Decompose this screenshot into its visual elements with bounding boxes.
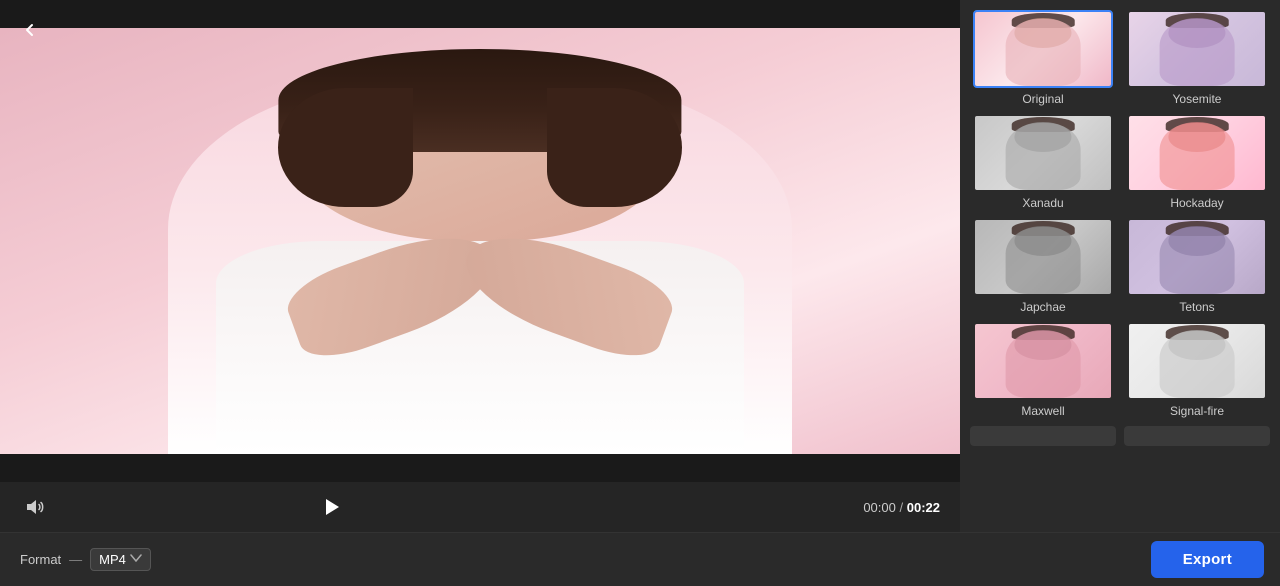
filter-label-signal-fire: Signal-fire	[1170, 404, 1224, 418]
export-button[interactable]: Export	[1151, 541, 1264, 578]
filter-thumb-hockaday[interactable]	[1127, 114, 1267, 192]
volume-button[interactable]	[20, 493, 48, 521]
filter-thumb-tetons[interactable]	[1127, 218, 1267, 296]
chevron-down-icon	[130, 554, 142, 565]
filter-panel: Original Yosemite	[960, 0, 1280, 532]
format-label: Format	[20, 552, 61, 567]
filter-item-original[interactable]: Original	[970, 10, 1116, 106]
filter-grid: Original Yosemite	[970, 10, 1270, 418]
filter-label-maxwell: Maxwell	[1021, 404, 1064, 418]
format-dash: —	[69, 552, 82, 567]
filter-thumb-original[interactable]	[973, 10, 1113, 88]
video-frame	[0, 28, 960, 454]
filter-item-maxwell[interactable]: Maxwell	[970, 322, 1116, 418]
play-button[interactable]	[313, 489, 349, 525]
format-select-value: MP4	[99, 552, 126, 567]
filter-label-yosemite: Yosemite	[1173, 92, 1222, 106]
controls-bar: 00:00 / 00:22	[0, 482, 960, 532]
filter-item-japchae[interactable]: Japchae	[970, 218, 1116, 314]
filter-label-japchae: Japchae	[1020, 300, 1065, 314]
filter-thumb-signal-fire[interactable]	[1127, 322, 1267, 400]
filter-label-tetons: Tetons	[1179, 300, 1214, 314]
format-section: Format — MP4	[0, 548, 960, 571]
back-button[interactable]	[16, 16, 44, 44]
filter-item-signal-fire[interactable]: Signal-fire	[1124, 322, 1270, 418]
filter-item-yosemite[interactable]: Yosemite	[1124, 10, 1270, 106]
filter-thumb-japchae[interactable]	[973, 218, 1113, 296]
filter-label-xanadu: Xanadu	[1022, 196, 1063, 210]
bottom-bar: Format — MP4 Export	[0, 532, 1280, 586]
filter-thumb-yosemite[interactable]	[1127, 10, 1267, 88]
filter-label-original: Original	[1022, 92, 1063, 106]
filter-item-xanadu[interactable]: Xanadu	[970, 114, 1116, 210]
video-bottom-bar	[0, 454, 960, 482]
filter-label-hockaday: Hockaday	[1170, 196, 1223, 210]
time-separator: /	[900, 500, 907, 515]
filter-item-tetons[interactable]: Tetons	[1124, 218, 1270, 314]
filter-thumb-xanadu[interactable]	[973, 114, 1113, 192]
export-section: Export	[960, 541, 1280, 578]
filter-item-hockaday[interactable]: Hockaday	[1124, 114, 1270, 210]
time-display: 00:00 / 00:22	[863, 500, 940, 515]
time-current: 00:00	[863, 500, 896, 515]
video-top-bar	[0, 0, 960, 28]
filter-thumb-maxwell[interactable]	[973, 322, 1113, 400]
time-total: 00:22	[907, 500, 940, 515]
format-select[interactable]: MP4	[90, 548, 151, 571]
filter-partial-row	[970, 426, 1270, 446]
